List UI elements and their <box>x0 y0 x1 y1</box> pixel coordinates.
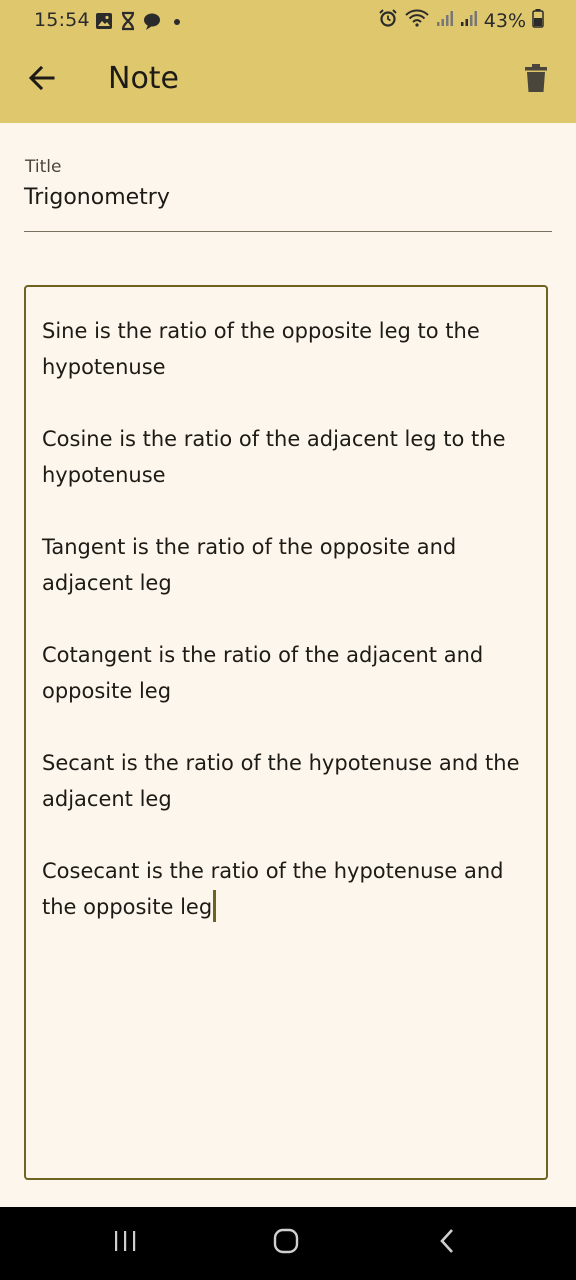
battery-percent: 43% <box>483 10 526 32</box>
title-input[interactable]: Trigonometry <box>24 185 552 210</box>
note-content-text[interactable]: Sine is the ratio of the opposite leg to… <box>42 313 528 925</box>
battery-icon <box>532 8 544 34</box>
signal-icon-2 <box>460 8 478 34</box>
note-screen: 15:54 43% Note Title Trigonometry Sine i… <box>0 0 576 1280</box>
status-time: 15:54 <box>34 9 90 31</box>
app-bar: 15:54 43% Note <box>0 0 576 123</box>
wifi-icon <box>404 8 430 34</box>
hourglass-icon <box>120 11 136 31</box>
status-system-icons: 43% <box>378 9 544 33</box>
back-icon <box>438 1227 458 1260</box>
nav-back-button[interactable] <box>418 1221 478 1265</box>
text-cursor <box>213 890 216 922</box>
note-content-field[interactable]: Sine is the ratio of the opposite leg to… <box>24 285 548 1180</box>
status-bar: 15:54 43% <box>0 0 576 42</box>
signal-icon <box>436 8 454 34</box>
trash-icon <box>524 63 548 98</box>
delete-button[interactable] <box>512 56 560 104</box>
title-field[interactable]: Title Trigonometry <box>24 152 552 232</box>
title-label: Title <box>25 157 62 177</box>
arrow-back-icon <box>28 64 56 97</box>
home-icon <box>272 1227 300 1260</box>
note-content-value: Sine is the ratio of the opposite leg to… <box>42 319 520 919</box>
navigation-bar <box>0 1207 576 1280</box>
chat-bubble-icon <box>142 11 162 31</box>
image-icon <box>94 11 114 31</box>
page-title: Note <box>108 61 180 96</box>
back-button[interactable] <box>18 56 66 104</box>
toolbar: Note <box>0 42 576 123</box>
home-button[interactable] <box>256 1221 316 1265</box>
alarm-icon <box>378 8 398 34</box>
recent-apps-icon <box>112 1229 138 1258</box>
recent-apps-button[interactable] <box>95 1221 155 1265</box>
status-notification-icons <box>94 10 186 32</box>
dot-icon <box>168 11 186 31</box>
